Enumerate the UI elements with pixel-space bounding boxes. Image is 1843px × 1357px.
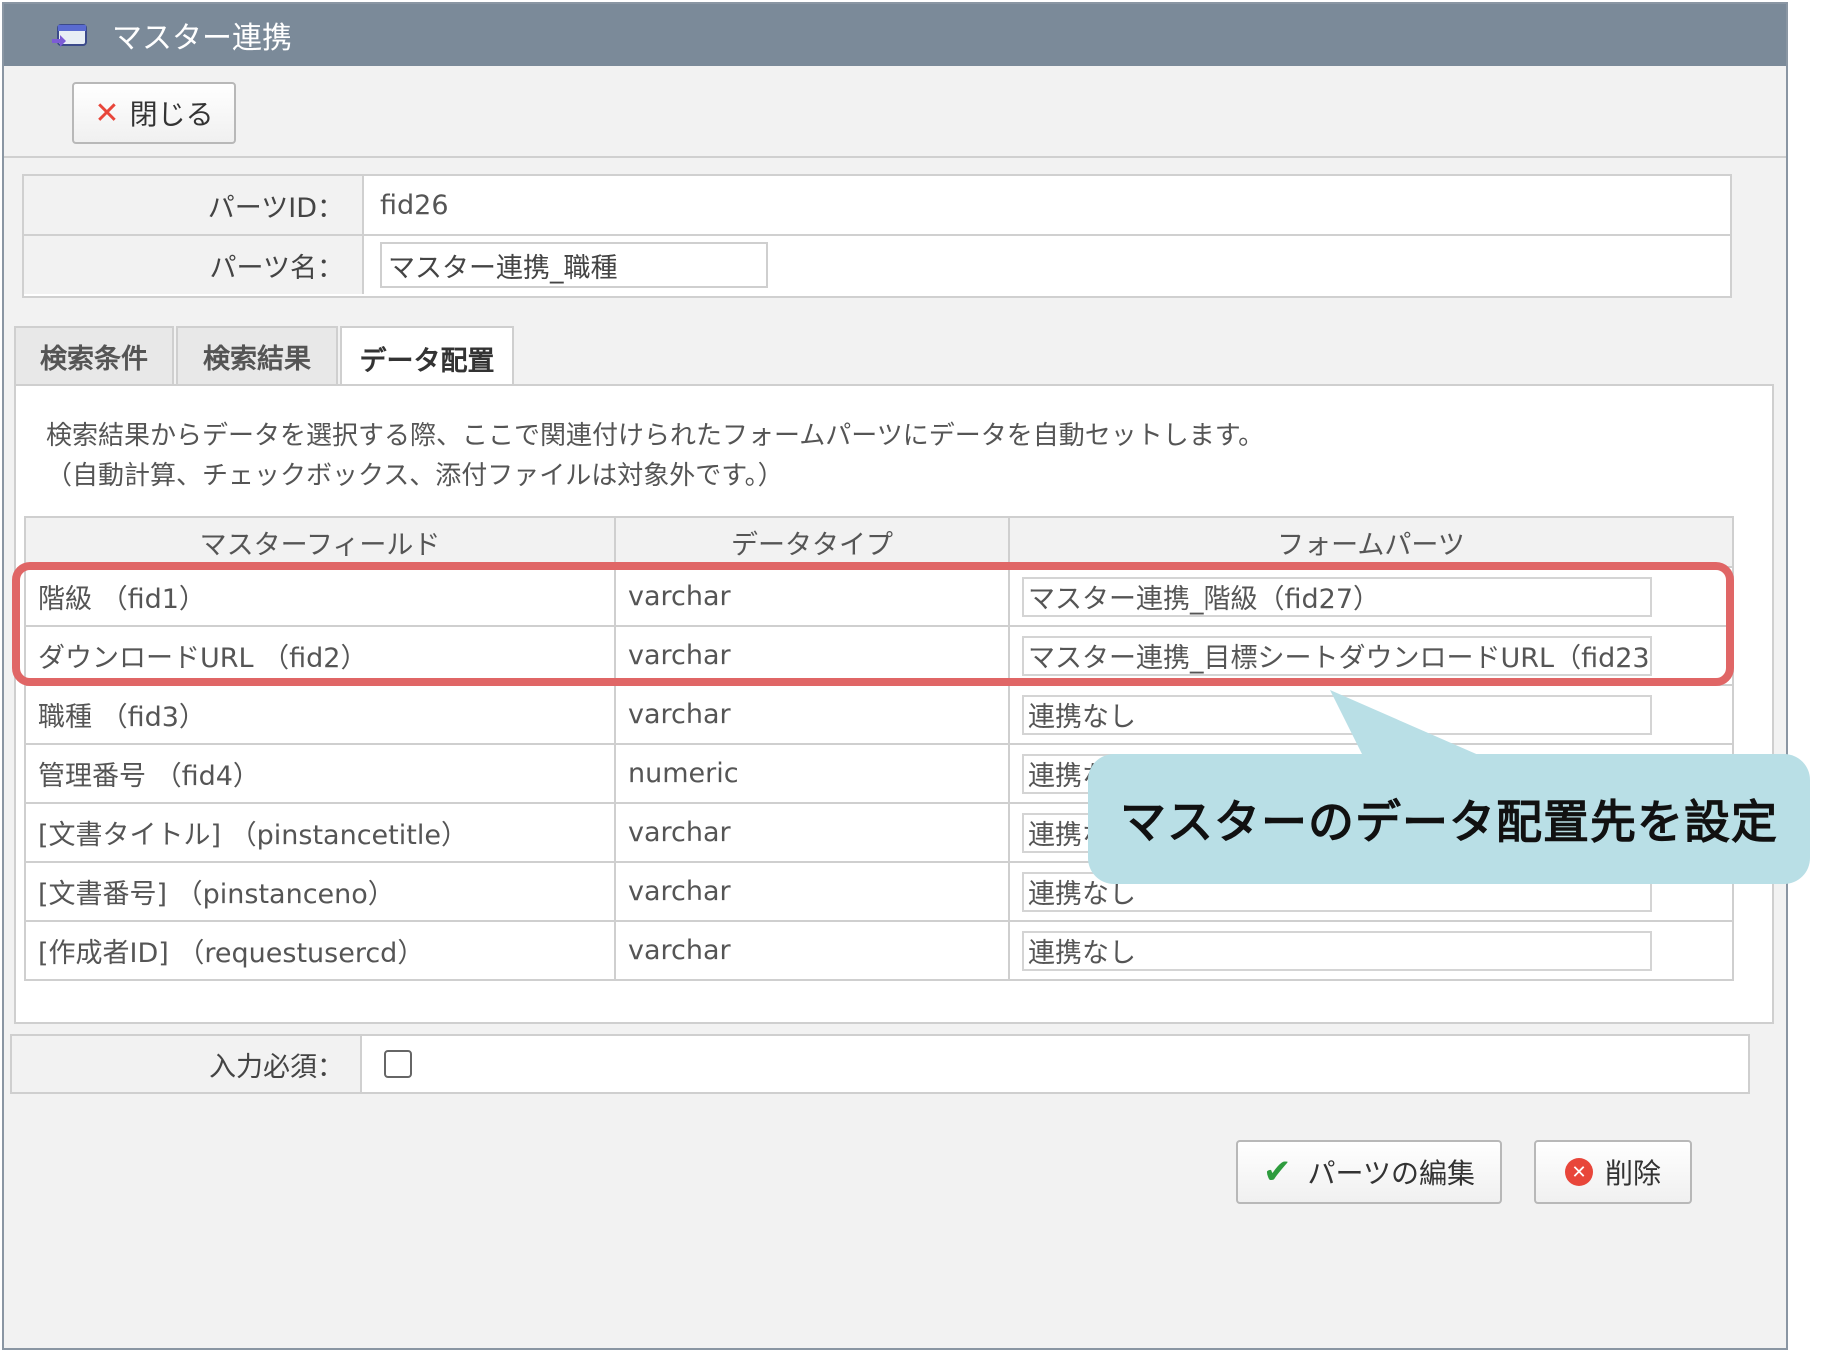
form-parts-select[interactable]: マスター連携_階級（fid27） bbox=[1022, 576, 1652, 617]
master-field-cell: ダウンロードURL （fid2） bbox=[24, 625, 616, 686]
parts-name-row: パーツ名： マスター連携_職種 bbox=[24, 236, 1730, 294]
parts-id-value: fid26 bbox=[380, 189, 449, 221]
tab-search-results[interactable]: 検索結果 bbox=[176, 326, 338, 384]
delete-button[interactable]: ✕ 削除 bbox=[1534, 1140, 1692, 1204]
window-icon bbox=[52, 24, 87, 47]
form-parts-select[interactable]: マスター連携_目標シートダウンロードURL（fid23） bbox=[1022, 635, 1652, 676]
data-type-cell: varchar bbox=[614, 625, 1010, 686]
table-row: ダウンロードURL （fid2） varchar マスター連携_目標シートダウン… bbox=[24, 625, 1734, 686]
delete-circle-icon: ✕ bbox=[1564, 1158, 1593, 1186]
column-form-parts: フォームパーツ bbox=[1008, 516, 1734, 568]
master-field-cell: [文書番号] （pinstanceno） bbox=[24, 861, 616, 922]
form-parts-select[interactable]: 連携なし bbox=[1022, 930, 1652, 971]
parts-id-label: パーツID： bbox=[24, 176, 364, 234]
required-checkbox[interactable] bbox=[384, 1050, 412, 1078]
column-data-type: データタイプ bbox=[614, 516, 1010, 568]
form-parts-cell: マスター連携_階級（fid27） bbox=[1008, 566, 1734, 627]
master-link-dialog: マスター連携 ✕ 閉じる パーツID： fid26 パーツ名： マスター連携_職… bbox=[2, 2, 1788, 1350]
master-field-cell: [文書タイトル] （pinstancetitle） bbox=[24, 802, 616, 863]
master-field-cell: 階級 （fid1） bbox=[24, 566, 616, 627]
close-x-icon: ✕ bbox=[94, 95, 120, 131]
data-type-cell: varchar bbox=[614, 684, 1010, 745]
table-header-row: マスターフィールド データタイプ フォームパーツ bbox=[24, 516, 1734, 568]
annotation-callout: マスターのデータ配置先を設定 bbox=[1088, 754, 1810, 884]
data-type-cell: varchar bbox=[614, 920, 1010, 981]
required-label: 入力必須： bbox=[12, 1036, 362, 1092]
description-line-1: 検索結果からデータを選択する際、ここで関連付けられたフォームパーツにデータを自動… bbox=[46, 421, 1265, 451]
data-placement-panel: 検索結果からデータを選択する際、ここで関連付けられたフォームパーツにデータを自動… bbox=[14, 384, 1774, 1024]
delete-label: 削除 bbox=[1604, 1157, 1661, 1190]
form-parts-cell: マスター連携_目標シートダウンロードURL（fid23） bbox=[1008, 625, 1734, 686]
data-type-cell: varchar bbox=[614, 566, 1010, 627]
data-type-cell: numeric bbox=[614, 743, 1010, 804]
parts-name-label: パーツ名： bbox=[24, 236, 364, 294]
parts-name-input[interactable]: マスター連携_職種 bbox=[380, 242, 768, 288]
table-row: [作成者ID] （requestusercd） varchar 連携なし bbox=[24, 920, 1734, 981]
master-field-cell: [作成者ID] （requestusercd） bbox=[24, 920, 616, 981]
panel-description: 検索結果からデータを選択する際、ここで関連付けられたフォームパーツにデータを自動… bbox=[46, 416, 1264, 496]
parts-name-cell: マスター連携_職種 bbox=[364, 236, 768, 294]
required-row: 入力必須： bbox=[10, 1034, 1750, 1094]
parts-id-row: パーツID： fid26 bbox=[24, 176, 1730, 236]
column-master-field: マスターフィールド bbox=[24, 516, 616, 568]
close-button-label: 閉じる bbox=[129, 98, 214, 131]
edit-parts-label: パーツの編集 bbox=[1307, 1157, 1475, 1190]
form-parts-cell: 連携なし bbox=[1008, 920, 1734, 981]
table-row: 階級 （fid1） varchar マスター連携_階級（fid27） bbox=[24, 566, 1734, 627]
window-title: マスター連携 bbox=[112, 21, 292, 56]
master-field-cell: 職種 （fid3） bbox=[24, 684, 616, 745]
data-type-cell: varchar bbox=[614, 802, 1010, 863]
check-icon: ✔ bbox=[1263, 1152, 1292, 1192]
title-bar: マスター連携 bbox=[4, 4, 1786, 66]
master-field-cell: 管理番号 （fid4） bbox=[24, 743, 616, 804]
parts-properties: パーツID： fid26 パーツ名： マスター連携_職種 bbox=[22, 174, 1732, 298]
description-line-2: （自動計算、チェックボックス、添付ファイルは対象外です。） bbox=[46, 461, 784, 491]
close-button[interactable]: ✕ 閉じる bbox=[72, 82, 236, 144]
edit-parts-button[interactable]: ✔ パーツの編集 bbox=[1236, 1140, 1502, 1204]
data-type-cell: varchar bbox=[614, 861, 1010, 922]
tab-data-placement[interactable]: データ配置 bbox=[340, 326, 514, 388]
toolbar: ✕ 閉じる bbox=[4, 66, 1786, 158]
tab-search-conditions[interactable]: 検索条件 bbox=[14, 326, 174, 384]
